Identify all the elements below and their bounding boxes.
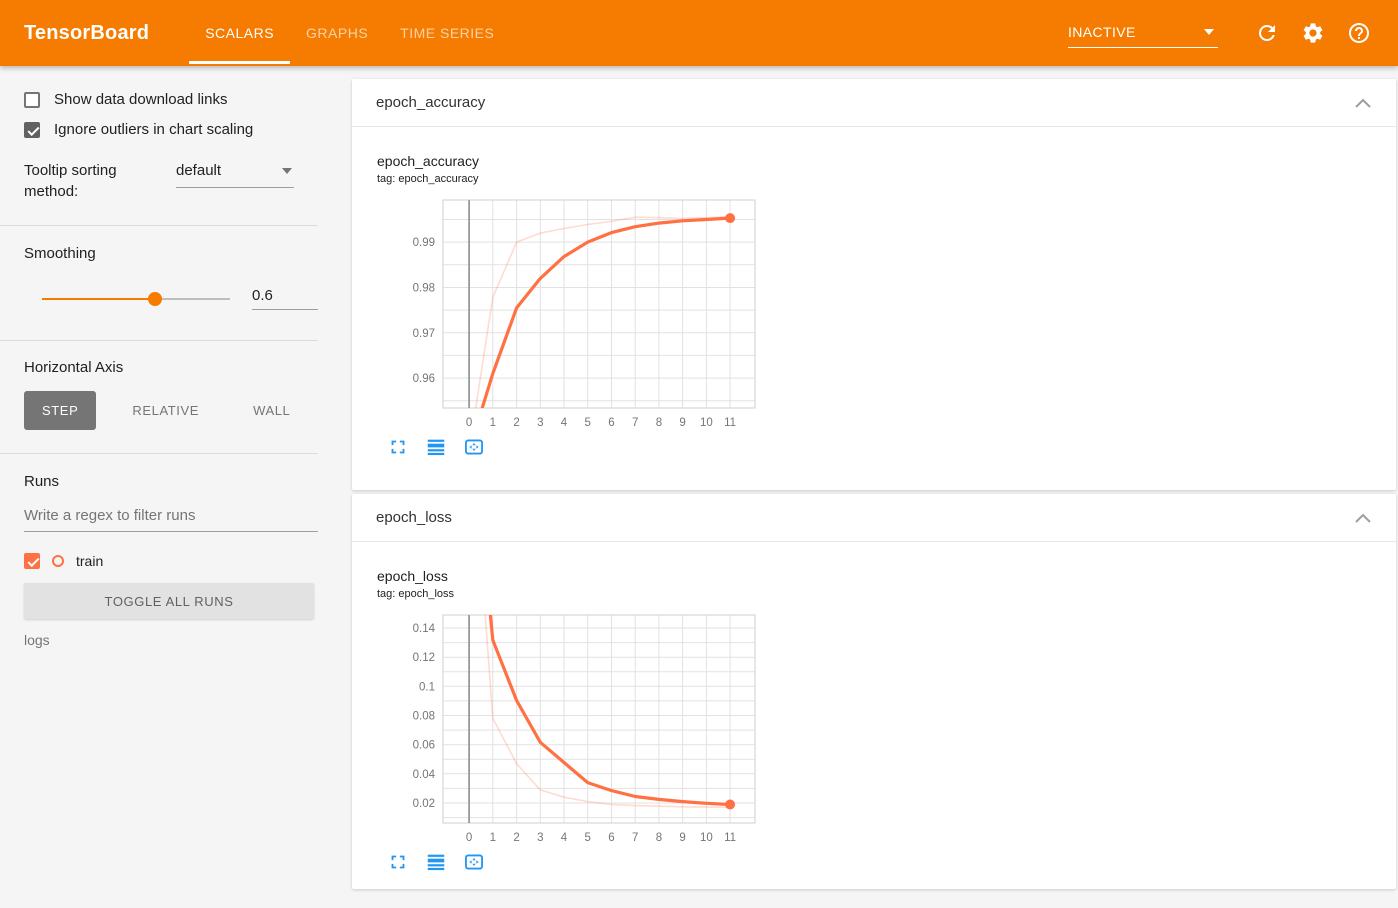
chevron-down-icon (1204, 29, 1214, 35)
runs-label: Runs (24, 473, 60, 490)
svg-text:11: 11 (724, 417, 736, 429)
scalar-chart-epoch-loss[interactable]: 0.02 0.04 0.06 0.08 0.1 0.12 0.14 0 1 2 3 4 5 6 7 8 9 10 1… (377, 608, 769, 848)
svg-text:1: 1 (490, 832, 496, 844)
svg-text:2: 2 (513, 832, 519, 844)
svg-text:0.98: 0.98 (413, 283, 435, 295)
fit-domain-icon[interactable] (463, 851, 485, 873)
card-epoch-loss-header[interactable]: epoch_loss (352, 494, 1396, 542)
scalar-chart-epoch-accuracy[interactable]: 0.96 0.97 0.98 0.99 0 1 2 3 4 5 6 7 8 9 10 11 (377, 193, 769, 433)
app-logo: TensorBoard (24, 21, 150, 44)
svg-text:0.12: 0.12 (413, 652, 435, 664)
settings-sidebar: Show data download links Ignore outliers… (0, 66, 318, 908)
ignore-outliers-checkbox[interactable] (24, 121, 40, 138)
show-download-links-row: Show data download links (24, 91, 294, 108)
smoothing-slider-thumb[interactable] (147, 291, 162, 306)
card-title: epoch_loss (376, 509, 452, 526)
chart-tag: tag: epoch_accuracy (377, 173, 479, 185)
axis-relative-button[interactable]: RELATIVE (114, 391, 217, 430)
tab-bar: SCALARS GRAPHS TIME SERIES (189, 0, 510, 66)
svg-text:0.06: 0.06 (413, 740, 435, 752)
smoothing-slider[interactable] (42, 291, 230, 306)
svg-text:9: 9 (679, 417, 685, 429)
expand-chart-icon[interactable] (387, 851, 409, 873)
svg-text:9: 9 (679, 832, 685, 844)
settings-gear-icon[interactable] (1301, 21, 1325, 45)
run-row-train: train (24, 553, 294, 569)
axis-wall-button[interactable]: WALL (235, 391, 308, 430)
svg-text:0.08: 0.08 (413, 711, 435, 723)
svg-text:0.04: 0.04 (413, 769, 436, 781)
chevron-up-icon[interactable] (1354, 97, 1372, 109)
svg-text:1: 1 (490, 417, 496, 429)
card-title: epoch_accuracy (376, 94, 486, 111)
svg-text:4: 4 (561, 832, 568, 844)
horizontal-axis-label: Horizontal Axis (24, 359, 124, 376)
chart-toolbar (387, 436, 1396, 458)
svg-text:11: 11 (724, 832, 736, 844)
card-epoch-accuracy-header[interactable]: epoch_accuracy (352, 79, 1396, 127)
svg-text:0.97: 0.97 (413, 328, 435, 340)
svg-text:10: 10 (700, 417, 713, 429)
fit-domain-icon[interactable] (463, 436, 485, 458)
chart-title: epoch_loss (377, 568, 448, 584)
svg-text:0: 0 (466, 417, 472, 429)
smoothing-label: Smoothing (24, 245, 96, 262)
run-color-ring-icon[interactable] (52, 555, 64, 567)
tab-scalars[interactable]: SCALARS (189, 0, 290, 66)
help-icon[interactable] (1347, 21, 1371, 45)
tooltip-sorting-label: Tooltip sorting method: (24, 162, 117, 200)
refresh-icon[interactable] (1255, 21, 1279, 45)
svg-text:5: 5 (584, 417, 590, 429)
run-train-name: train (76, 553, 104, 569)
svg-text:2: 2 (513, 417, 519, 429)
tab-graphs[interactable]: GRAPHS (290, 0, 384, 66)
axis-step-button[interactable]: STEP (24, 391, 97, 430)
run-train-checkbox[interactable] (24, 553, 40, 569)
svg-text:0.99: 0.99 (413, 237, 435, 249)
svg-text:5: 5 (584, 832, 590, 844)
reload-status-dropdown[interactable]: INACTIVE (1068, 24, 1218, 48)
runs-directory-label: logs (24, 632, 50, 648)
svg-text:0.14: 0.14 (413, 623, 436, 635)
svg-text:0.02: 0.02 (413, 798, 435, 810)
smoothing-value-input[interactable] (252, 287, 318, 310)
svg-text:8: 8 (656, 832, 662, 844)
svg-text:6: 6 (608, 832, 614, 844)
card-epoch-accuracy: epoch_accuracy epoch_accuracy tag: epoch… (352, 79, 1396, 490)
tab-time-series[interactable]: TIME SERIES (384, 0, 510, 66)
toggle-all-runs-button[interactable]: TOGGLE ALL RUNS (24, 583, 314, 619)
svg-text:0.1: 0.1 (419, 681, 435, 693)
log-scale-icon[interactable] (425, 851, 447, 873)
expand-chart-icon[interactable] (387, 436, 409, 458)
svg-text:6: 6 (608, 417, 614, 429)
card-epoch-loss: epoch_loss epoch_loss tag: epoch_loss 0.… (352, 494, 1396, 889)
svg-text:8: 8 (656, 417, 662, 429)
log-scale-icon[interactable] (425, 436, 447, 458)
svg-text:7: 7 (632, 832, 638, 844)
reload-status-value: INACTIVE (1068, 24, 1136, 40)
show-download-links-checkbox[interactable] (24, 91, 40, 108)
tooltip-sorting-dropdown[interactable]: default (176, 162, 294, 188)
svg-text:10: 10 (700, 832, 713, 844)
runs-filter-input[interactable] (24, 507, 318, 532)
svg-text:0.96: 0.96 (413, 373, 435, 385)
chart-title: epoch_accuracy (377, 153, 479, 169)
tooltip-sorting-value: default (176, 162, 222, 179)
svg-text:4: 4 (561, 417, 568, 429)
svg-text:7: 7 (632, 417, 638, 429)
dashboard-content: epoch_accuracy epoch_accuracy tag: epoch… (352, 79, 1396, 893)
chart-toolbar (387, 851, 1396, 873)
chart-tag: tag: epoch_loss (377, 588, 455, 600)
ignore-outliers-row: Ignore outliers in chart scaling (24, 121, 294, 138)
smoothing-slider-fill (42, 297, 155, 300)
chevron-down-icon (282, 167, 292, 174)
chevron-up-icon[interactable] (1354, 512, 1372, 524)
ignore-outliers-label: Ignore outliers in chart scaling (54, 121, 254, 138)
show-download-links-label: Show data download links (54, 91, 228, 108)
app-bar: TensorBoard SCALARS GRAPHS TIME SERIES I… (0, 0, 1398, 66)
svg-text:3: 3 (537, 832, 543, 844)
svg-text:3: 3 (537, 417, 543, 429)
svg-text:0: 0 (466, 832, 472, 844)
